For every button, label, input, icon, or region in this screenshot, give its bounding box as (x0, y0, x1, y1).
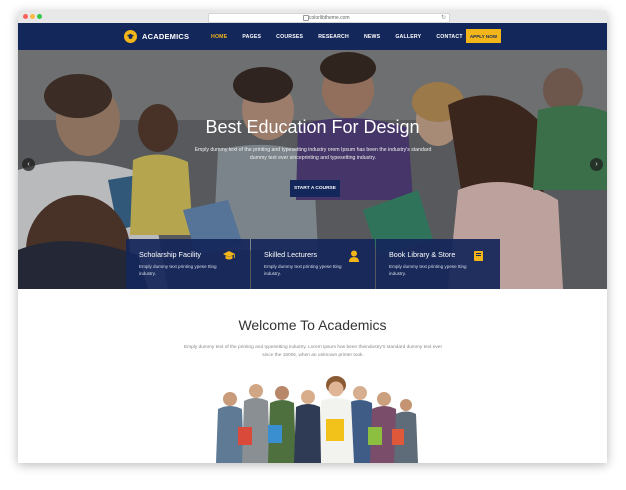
hero-slider: Best Education For Design Emply dummy te… (18, 50, 607, 289)
nav-item-courses[interactable]: COURSES (276, 34, 303, 40)
nav-item-gallery[interactable]: GALLERY (395, 34, 421, 40)
nav-item-news[interactable]: NEWS (364, 34, 380, 40)
apply-now-button[interactable]: APPLY NOW (466, 29, 501, 43)
students-group-image (216, 376, 418, 463)
site-logo[interactable]: ACADEMICS (124, 29, 189, 43)
chevron-right-icon[interactable]: › (590, 158, 603, 171)
site-navbar: ACADEMICS HOME PAGES COURSES RESEARCH NE… (18, 23, 607, 50)
minimize-window-button[interactable] (30, 14, 35, 19)
feature-text: Emply dummy text printing ypese tting in… (264, 264, 342, 276)
nav-item-home[interactable]: HOME (211, 34, 227, 40)
start-course-button[interactable]: START A COURSE (290, 180, 340, 197)
feature-boxes: Scholarship Facility Emply dummy text pr… (126, 239, 501, 289)
graduation-cap-icon (124, 29, 137, 43)
welcome-title: Welcome To Academics (238, 317, 387, 333)
feature-title: Skilled Lecturers (264, 250, 318, 259)
book-icon (474, 251, 483, 261)
browser-window: colorlibtheme.com ↻ ACADEMICS HOME PAGES… (18, 11, 607, 463)
welcome-text: Emply dummy text of the printing and typ… (183, 345, 443, 358)
close-window-button[interactable] (23, 14, 28, 19)
logo-text: ACADEMICS (142, 31, 190, 41)
maximize-window-button[interactable] (37, 14, 42, 19)
hero-subtitle: Emply dummy text of the printing and typ… (194, 147, 432, 161)
graduation-cap-icon (223, 251, 235, 260)
feature-box-lecturers[interactable]: Skilled Lecturers Emply dummy text print… (251, 239, 375, 289)
feature-title: Book Library & Store (389, 250, 456, 259)
user-icon (349, 250, 359, 262)
feature-text: Emply dummy text printing ypese tting in… (389, 264, 467, 276)
feature-box-scholarship[interactable]: Scholarship Facility Emply dummy text pr… (126, 239, 250, 289)
nav-item-research[interactable]: RESEARCH (318, 34, 349, 40)
address-bar[interactable]: colorlibtheme.com ↻ (208, 13, 450, 23)
nav-item-contact[interactable]: CONTACT (436, 34, 462, 40)
hero-title: Best Education For Design (205, 117, 420, 137)
reload-icon[interactable]: ↻ (441, 14, 446, 22)
nav-item-pages[interactable]: PAGES (242, 34, 261, 40)
chevron-left-icon[interactable]: ‹ (22, 158, 35, 171)
main-menu: HOME PAGES COURSES RESEARCH NEWS GALLERY… (211, 23, 478, 50)
feature-text: Emply dummy text printing ypese tting in… (139, 264, 217, 276)
feature-title: Scholarship Facility (139, 250, 201, 259)
address-text: colorlibtheme.com (309, 15, 350, 21)
feature-box-library[interactable]: Book Library & Store Emply dummy text pr… (376, 239, 500, 289)
